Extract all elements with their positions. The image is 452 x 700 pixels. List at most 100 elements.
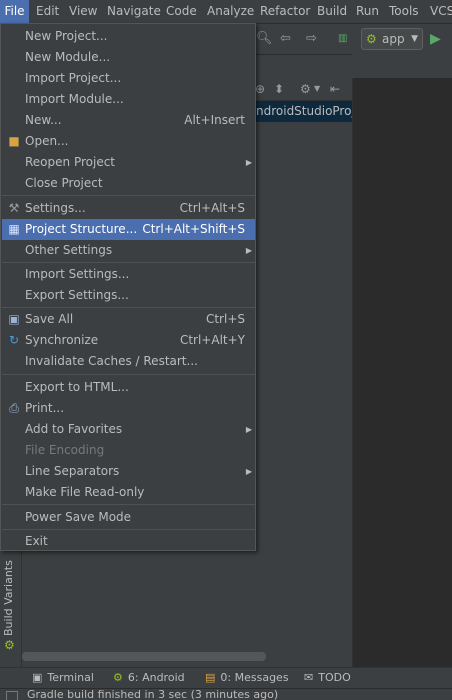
forward-arrow-icon[interactable]: ⇨: [306, 24, 317, 54]
menu-item-import-settings[interactable]: Import Settings...: [2, 264, 255, 285]
messages-tab[interactable]: ▤ 0: Messages: [205, 668, 289, 688]
locate-icon[interactable]: ⊕: [255, 78, 265, 100]
menu-item-reopen-project[interactable]: Reopen Project ▶: [2, 152, 255, 173]
menu-code[interactable]: Code: [166, 0, 197, 23]
file-menu-dropdown: New Project... New Module... Import Proj…: [0, 23, 256, 551]
menu-run[interactable]: Run: [356, 0, 379, 23]
messages-icon: ▤: [205, 671, 216, 684]
settings-wrench-icon: ⚒: [8, 201, 20, 215]
menu-item-new[interactable]: New... Alt+Insert: [2, 110, 255, 131]
menu-item-label: Invalidate Caches / Restart...: [25, 354, 198, 368]
menu-item-label: Import Settings...: [25, 267, 130, 281]
collapse-all-icon[interactable]: ⬍: [274, 78, 284, 100]
submenu-arrow-icon: ▶: [245, 158, 252, 167]
submenu-arrow-icon: ▶: [245, 425, 252, 434]
menu-item-synchronize[interactable]: ↻ Synchronize Ctrl+Alt+Y: [2, 330, 255, 351]
menu-item-label: Reopen Project: [25, 155, 115, 169]
menu-analyze[interactable]: Analyze: [207, 0, 254, 23]
menu-item-label: Project Structure...: [25, 222, 138, 236]
todo-tab[interactable]: ✉ TODO: [304, 668, 351, 688]
menu-item-add-to-favorites[interactable]: Add to Favorites ▶: [2, 419, 255, 440]
menu-edit[interactable]: Edit: [36, 0, 59, 23]
menu-item-power-save-mode[interactable]: Power Save Mode: [2, 507, 255, 528]
menu-item-import-module[interactable]: Import Module...: [2, 89, 255, 110]
android-icon: ⚙: [113, 671, 123, 684]
horizontal-scrollbar[interactable]: [22, 652, 266, 661]
editor-tab-strip: [352, 54, 452, 79]
todo-label: TODO: [318, 671, 351, 684]
run-icon[interactable]: ▶: [430, 24, 441, 54]
menu-item-make-file-read-only[interactable]: Make File Read-only: [2, 482, 255, 503]
menu-build[interactable]: Build: [317, 0, 347, 23]
tool-window-bar: ▣ Terminal ⚙ 6: Android ▤ 0: Messages ✉ TODO: [0, 667, 452, 688]
menu-item-label: New Module...: [25, 50, 111, 64]
terminal-icon: ▣: [32, 671, 43, 684]
menu-item-shortcut: Ctrl+Alt+Y: [179, 333, 245, 347]
menu-navigate[interactable]: Navigate: [107, 0, 161, 23]
android-icon[interactable]: ⚙: [4, 638, 15, 652]
menu-item-new-module[interactable]: New Module...: [2, 47, 255, 68]
menu-separator: [2, 529, 255, 530]
menu-tools[interactable]: Tools: [389, 0, 419, 23]
menu-item-label: New...: [25, 113, 62, 127]
menu-item-label: File Encoding: [25, 443, 105, 457]
save-icon: ▣: [8, 312, 20, 326]
menu-bar: File Edit View Navigate Code Analyze Ref…: [0, 0, 452, 24]
sync-icon: ↻: [8, 333, 20, 347]
menu-vcs[interactable]: VCS: [430, 0, 452, 23]
chevron-down-icon: ▼: [411, 34, 418, 44]
menu-item-export-to-html[interactable]: Export to HTML...: [2, 377, 255, 398]
menu-item-other-settings[interactable]: Other Settings ▶: [2, 240, 255, 261]
search-icon[interactable]: 🔍︎: [256, 24, 273, 54]
menu-item-save-all[interactable]: ▣ Save All Ctrl+S: [2, 309, 255, 330]
menu-file[interactable]: File: [0, 0, 29, 23]
menu-separator: [2, 307, 255, 308]
menu-item-shortcut: Ctrl+Alt+Shift+S: [142, 222, 245, 236]
chevron-down-icon[interactable]: ▼: [314, 78, 320, 100]
submenu-arrow-icon: ▶: [245, 467, 252, 476]
terminal-tab[interactable]: ▣ Terminal: [32, 668, 94, 688]
menu-item-label: Settings...: [25, 201, 86, 215]
todo-icon: ✉: [304, 671, 314, 684]
menu-item-open[interactable]: ■ Open...: [2, 131, 255, 152]
menu-item-import-project[interactable]: Import Project...: [2, 68, 255, 89]
terminal-label: Terminal: [47, 671, 94, 684]
menu-item-label: Exit: [25, 534, 48, 548]
menu-item-label: Synchronize: [25, 333, 99, 347]
menu-item-label: New Project...: [25, 29, 108, 43]
menu-item-print[interactable]: ⎙ Print...: [2, 398, 255, 419]
menu-item-label: Import Project...: [25, 71, 122, 85]
menu-item-exit[interactable]: Exit: [2, 531, 255, 552]
menu-item-new-project[interactable]: New Project...: [2, 26, 255, 47]
make-icon[interactable]: ▥: [338, 24, 347, 54]
menu-item-label: Line Separators: [25, 464, 120, 478]
menu-view[interactable]: View: [69, 0, 97, 23]
menu-item-label: Open...: [25, 134, 69, 148]
gear-icon[interactable]: ⚙: [300, 78, 311, 100]
run-configuration-select[interactable]: ⚙ app ▼: [361, 28, 423, 50]
android-tab[interactable]: ⚙ 6: Android: [113, 668, 185, 688]
android-icon: ⚙: [366, 32, 377, 46]
menu-item-shortcut: Ctrl+Alt+S: [179, 201, 245, 215]
menu-item-settings[interactable]: ⚒ Settings... Ctrl+Alt+S: [2, 198, 255, 219]
build-variants-tab[interactable]: Build Variants: [2, 560, 82, 636]
menu-item-label: Print...: [25, 401, 65, 415]
editor-area[interactable]: [352, 78, 452, 667]
menu-refactor[interactable]: Refactor: [260, 0, 310, 23]
menu-item-label: Add to Favorites: [25, 422, 123, 436]
run-configuration-label: app: [382, 32, 405, 46]
menu-separator: [2, 504, 255, 505]
menu-item-close-project[interactable]: Close Project: [2, 173, 255, 194]
menu-item-label: Close Project: [25, 176, 103, 190]
menu-item-shortcut: Ctrl+S: [205, 312, 245, 326]
back-arrow-icon[interactable]: ⇦: [280, 24, 291, 54]
menu-item-label: Other Settings: [25, 243, 113, 257]
menu-item-line-separators[interactable]: Line Separators ▶: [2, 461, 255, 482]
menu-item-label: Export to HTML...: [25, 380, 129, 394]
menu-item-export-settings[interactable]: Export Settings...: [2, 285, 255, 306]
hide-panel-icon[interactable]: ⇤: [330, 78, 340, 100]
menu-separator: [2, 195, 255, 196]
project-structure-icon: ▦: [8, 222, 20, 236]
menu-item-invalidate-caches[interactable]: Invalidate Caches / Restart...: [2, 351, 255, 372]
menu-item-project-structure[interactable]: ▦ Project Structure... Ctrl+Alt+Shift+S: [2, 219, 255, 240]
